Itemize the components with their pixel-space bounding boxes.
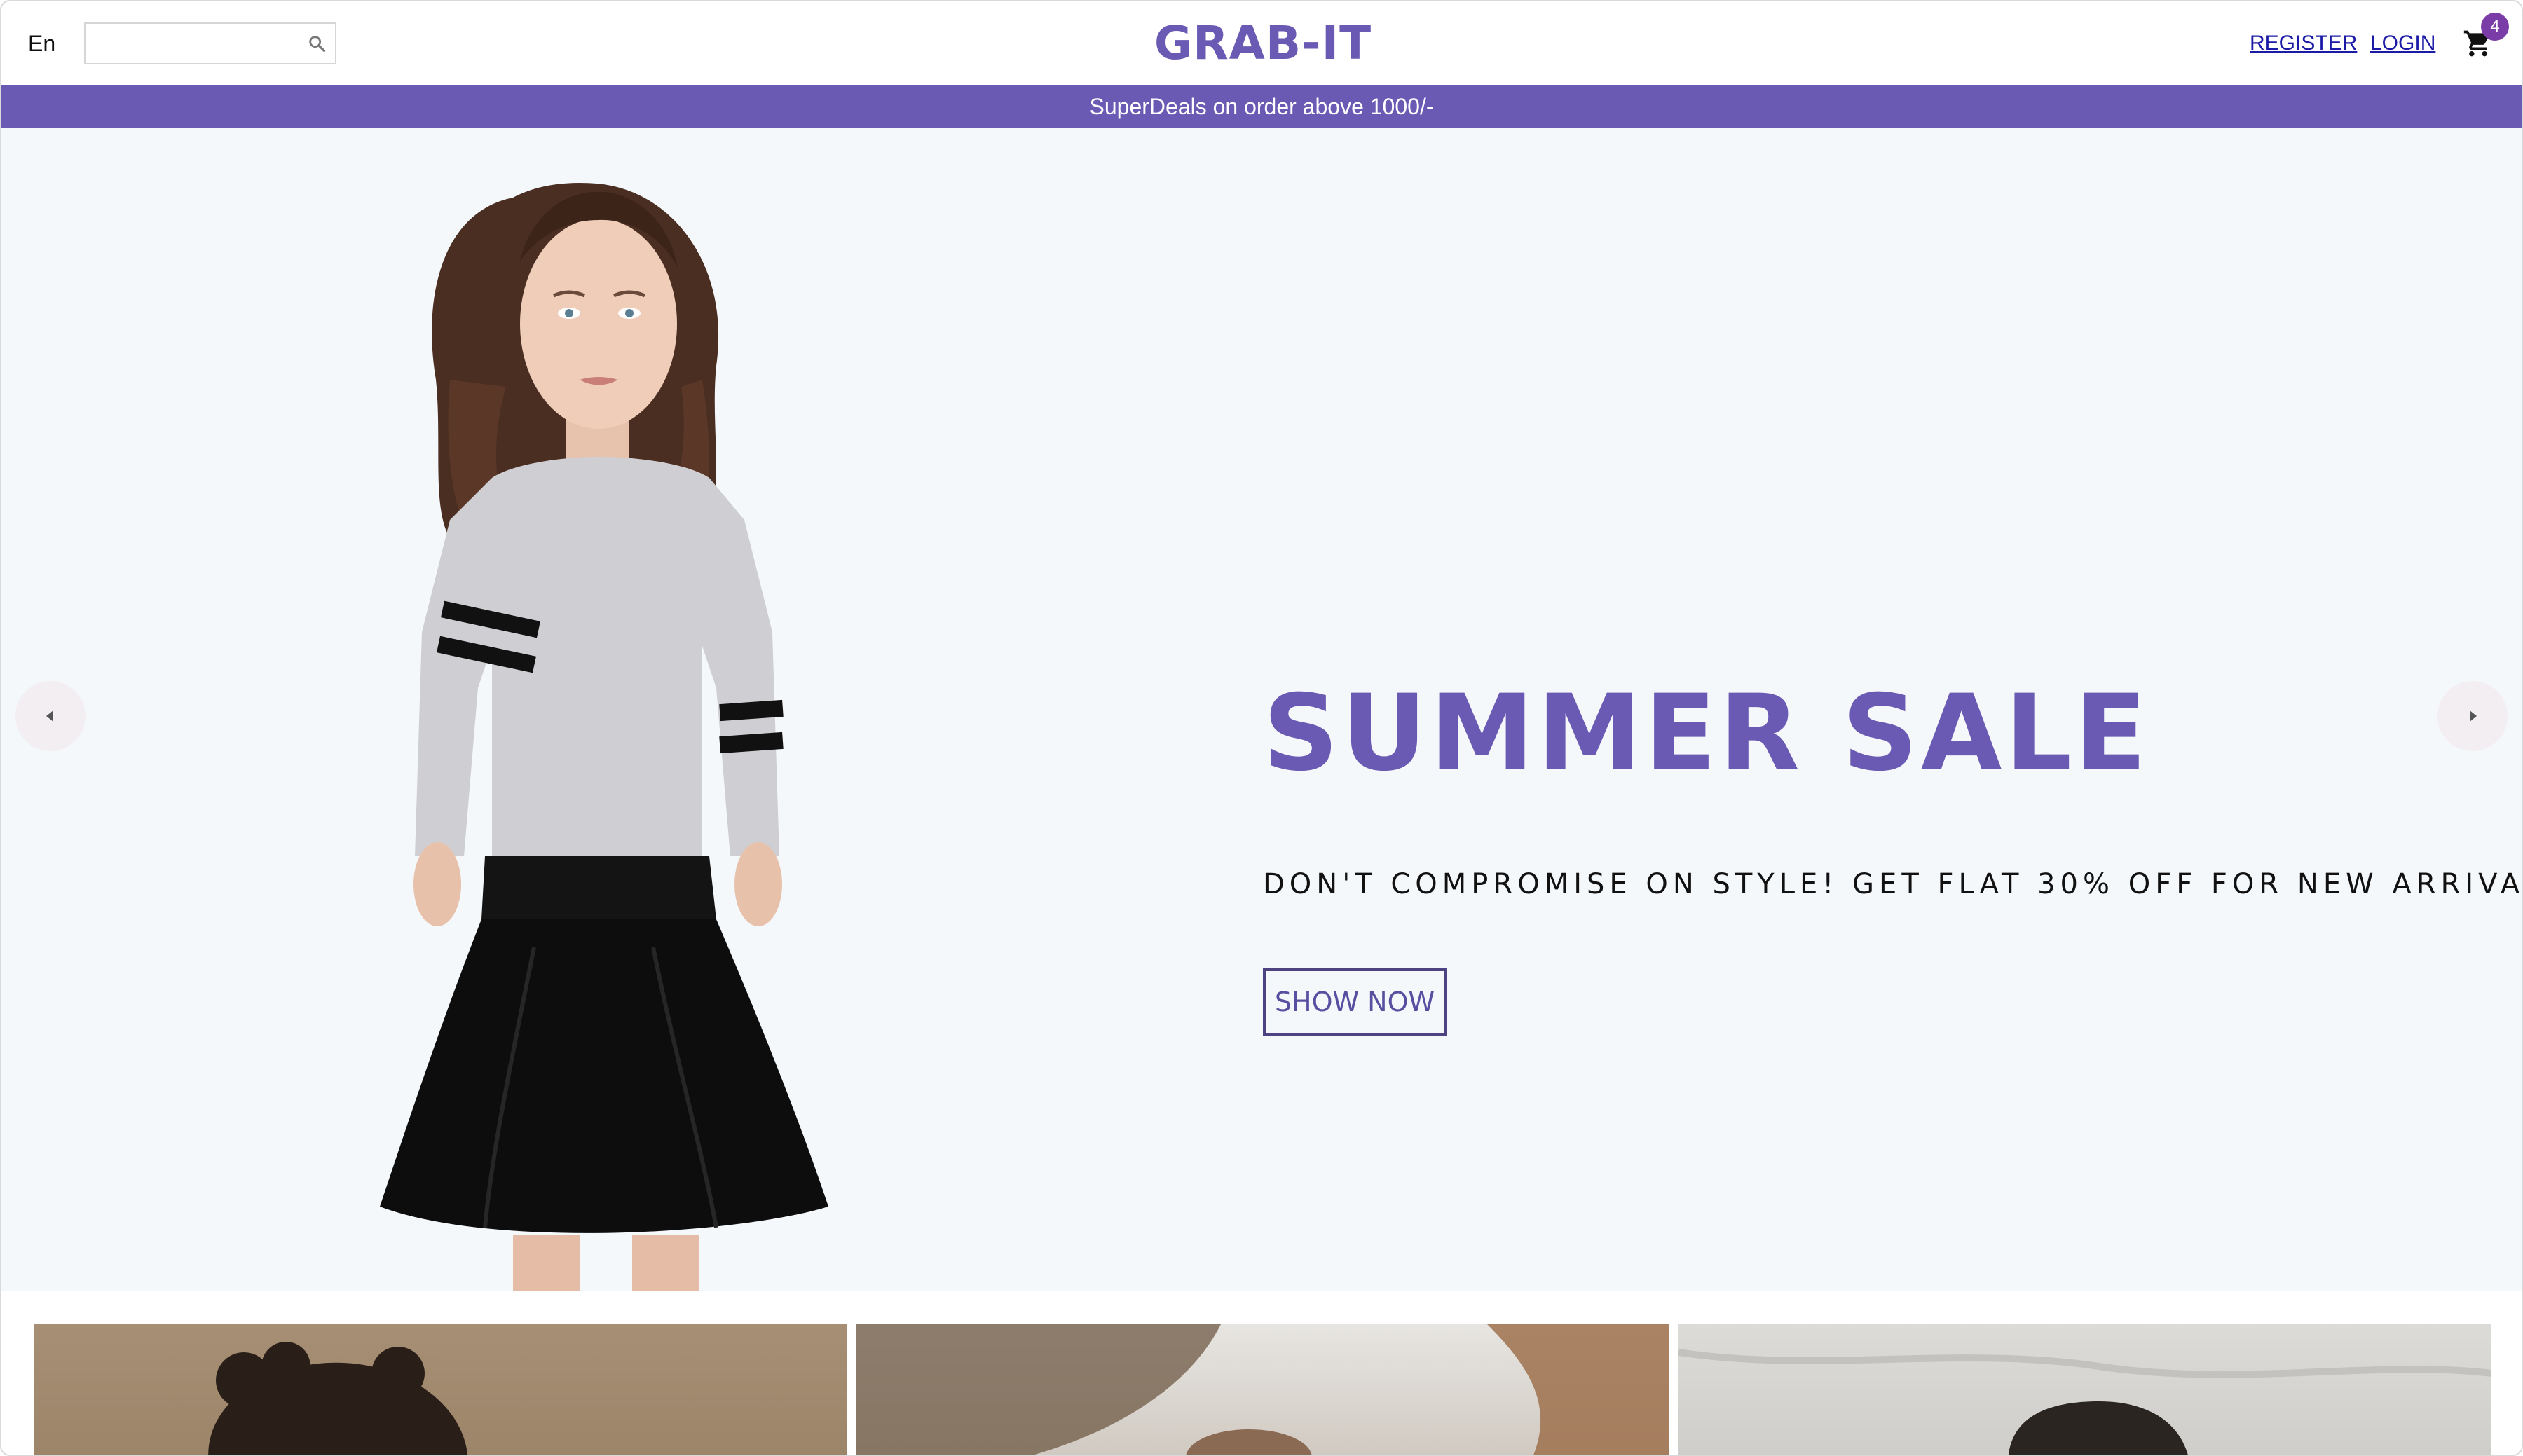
cart-button[interactable]: 4 <box>2463 13 2509 62</box>
login-link[interactable]: LOGIN <box>2370 29 2435 57</box>
browser-window: En GRAB-IT REGISTER LOGIN 4 SuperDeals o… <box>0 0 2523 1456</box>
cart-count-badge: 4 <box>2481 13 2509 41</box>
search-box[interactable] <box>84 22 336 64</box>
announcement-bar: SuperDeals on order above 1000/- <box>1 85 2522 128</box>
slider-next-button[interactable] <box>2437 681 2508 751</box>
category-card-1[interactable] <box>34 1324 847 1455</box>
show-now-button[interactable]: SHOW NOW <box>1263 968 1447 1036</box>
language-selector[interactable]: En <box>28 29 55 57</box>
categories-section <box>1 1291 2522 1455</box>
brand-logo[interactable]: GRAB-IT <box>1154 16 1372 70</box>
search-icon[interactable] <box>307 34 327 53</box>
hero-slider: SUMMER SALE DON'T COMPROMISE ON STYLE! G… <box>1 128 2522 1291</box>
hero-title: SUMMER SALE <box>1263 673 2149 795</box>
category-card-2[interactable] <box>856 1324 1669 1455</box>
category-image-3 <box>1678 1349 2491 1455</box>
category-card-3[interactable] <box>1678 1324 2491 1455</box>
search-input[interactable] <box>86 24 296 63</box>
arrow-left-icon <box>46 710 53 722</box>
navbar: En GRAB-IT REGISTER LOGIN 4 <box>1 1 2522 85</box>
category-image-2 <box>856 1324 1669 1455</box>
arrow-right-icon <box>2470 710 2477 722</box>
hero-description: DON'T COMPROMISE ON STYLE! GET FLAT 30% … <box>1263 868 2523 900</box>
slider-prev-button[interactable] <box>15 681 86 751</box>
category-image-1 <box>208 1342 468 1455</box>
register-link[interactable]: REGISTER <box>2250 29 2357 57</box>
brand-logo-wrap: GRAB-IT <box>1 14 2522 73</box>
model-image <box>380 182 828 1291</box>
